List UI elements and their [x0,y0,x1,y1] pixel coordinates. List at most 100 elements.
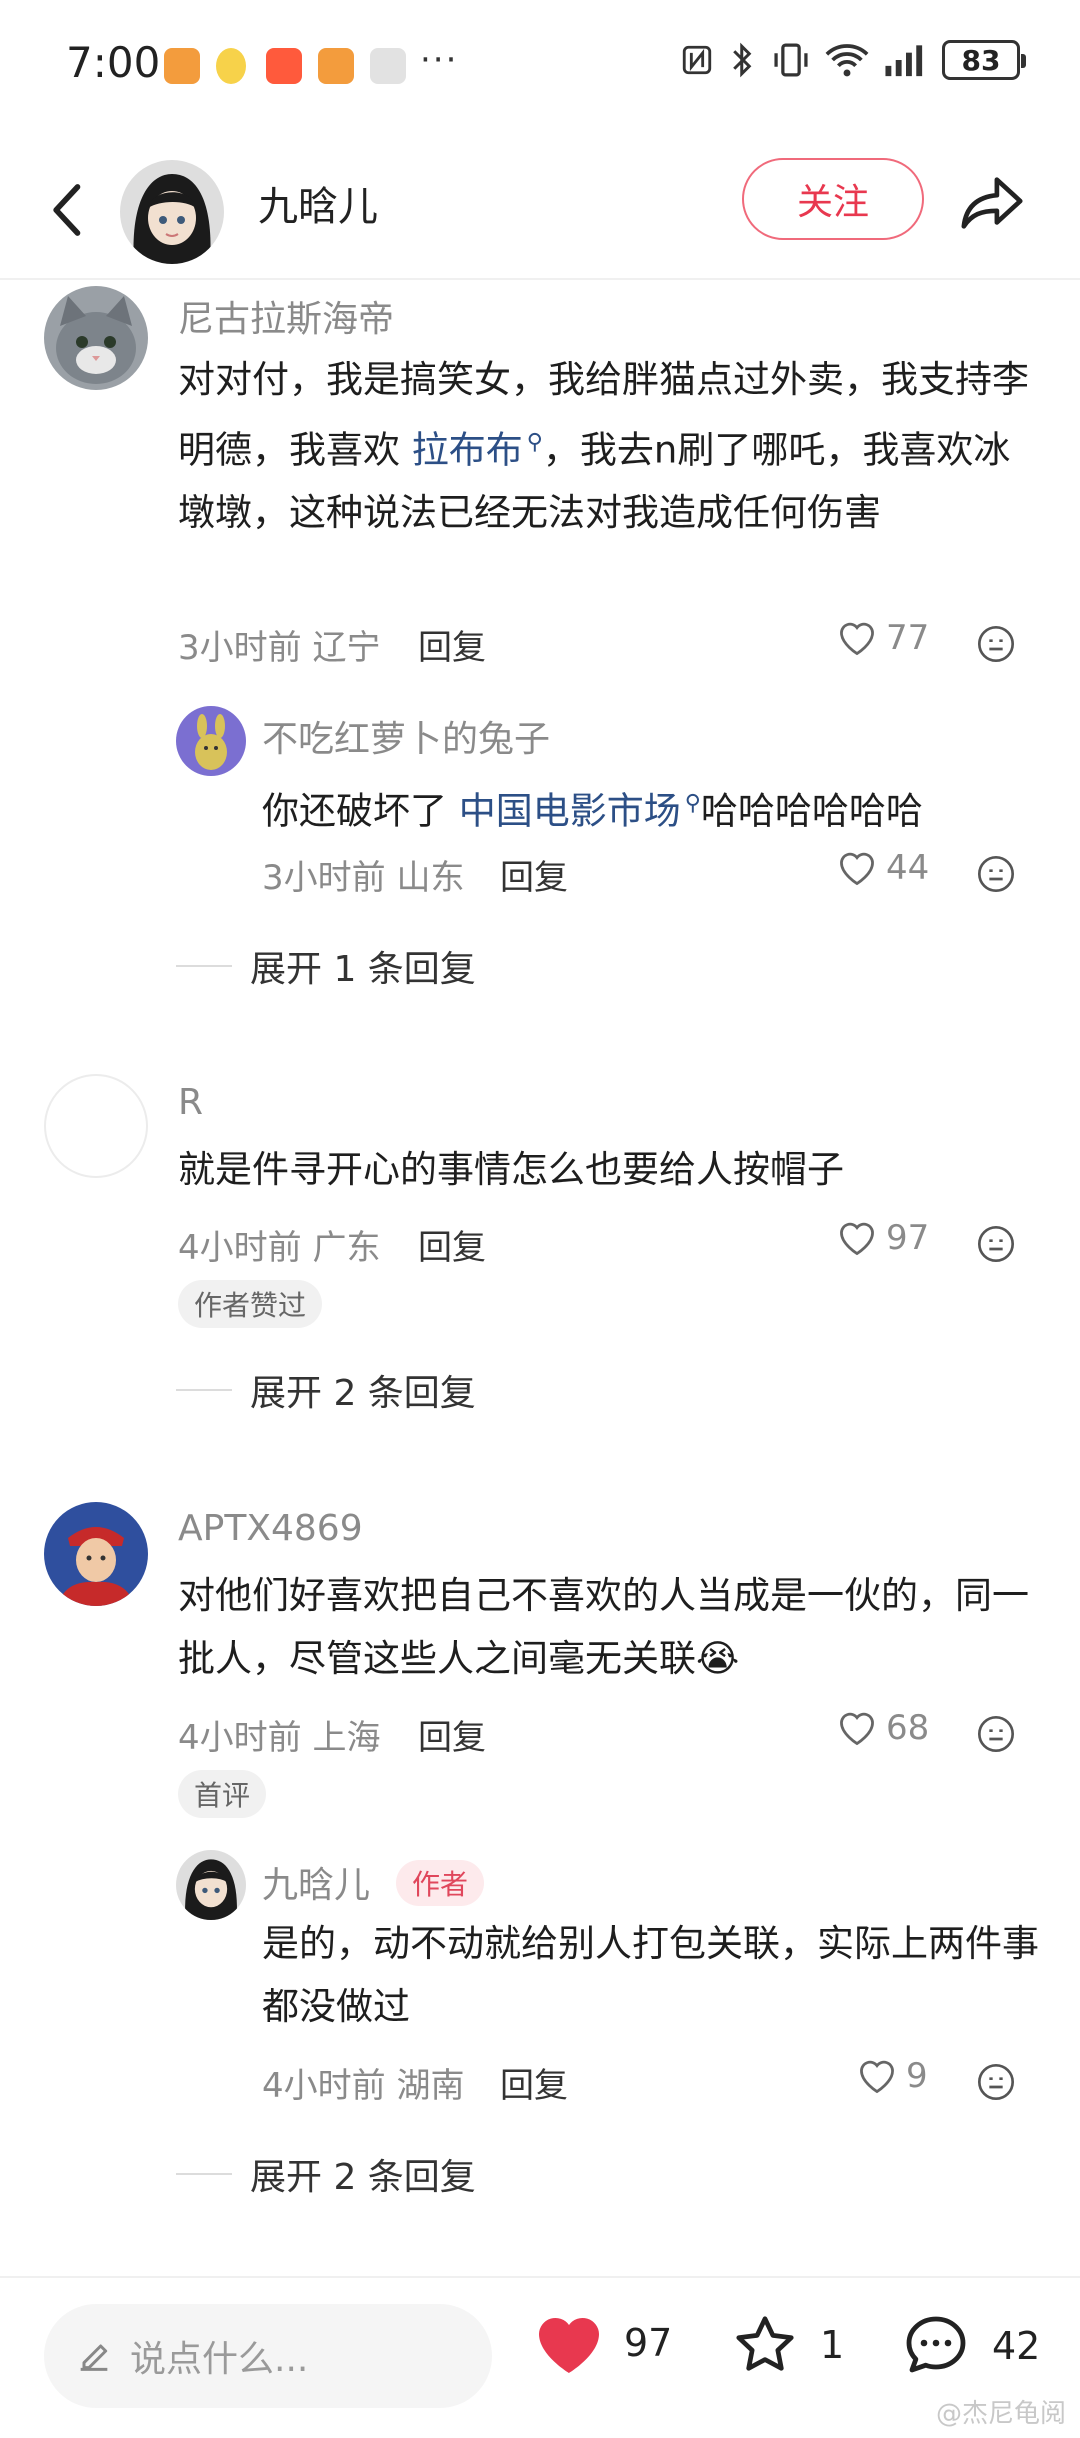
reply-text: 你还破坏了 中国电影市场 ⚲哈哈哈哈哈哈 [262,772,1052,842]
commenter-avatar[interactable] [44,1502,148,1606]
heart-icon [860,2060,894,2094]
share-icon [961,177,1023,229]
dislike-face-icon[interactable] [976,854,1016,894]
commenter-avatar[interactable] [44,286,148,390]
star-icon [736,2316,794,2371]
reply-button[interactable]: 回复 [418,1220,486,1269]
dislike-face-icon[interactable] [976,1224,1016,1264]
chevron-left-icon [53,184,81,236]
dislike-face-icon[interactable] [976,624,1016,664]
comment-text: 对他们好喜欢把自己不喜欢的人当成是一伙的，同一批人，尽管这些人之间毫无关联😭 [178,1564,1038,1690]
like-button[interactable]: 44 [836,848,929,888]
author-tag: 作者 [396,1860,485,1906]
dislike-face-icon[interactable] [976,2062,1016,2102]
crying-emoji-icon: 😭 [696,1637,740,1680]
vibrate-icon [774,43,808,77]
comment-time-location: 3小时前 山东 [262,858,465,898]
reply-button[interactable]: 回复 [418,620,486,669]
commenter-name[interactable]: 尼古拉斯海帝 [178,290,394,342]
status-time: 7:00 [66,38,161,87]
app-notification-icon [164,48,200,84]
expand-replies-button[interactable]: 展开 2 条回复 [176,2148,476,2200]
like-button[interactable]: 68 [836,1708,929,1748]
cat-avatar-icon [44,286,148,390]
like-button[interactable]: 77 [836,618,929,658]
watermark: @杰尼龟阅 [935,2399,1066,2429]
reply-text-part: 哈哈哈哈哈哈 [700,789,923,833]
comment-time-location: 3小时前 辽宁 [178,628,381,668]
divider-line [176,2173,232,2175]
comment-time-location: 4小时前 湖南 [262,2066,465,2106]
battery-indicator: 83 [942,40,1026,80]
collect-button[interactable]: 1 [728,2310,844,2380]
author-avatar[interactable] [176,1850,246,1920]
reply-button[interactable]: 回复 [500,850,568,899]
heart-icon [840,1712,874,1746]
comment-text: 对对付，我是搞笑女，我给胖猫点过外卖，我支持李明德，我喜欢 拉布布 ⚲，我去n刷了… [178,348,1038,544]
reply-text-part: 你还破坏了 [262,789,459,833]
comment-text-part: 对他们好喜欢把自己不喜欢的人当成是一伙的，同一批人，尽管这些人之间毫无关联 [178,1574,1029,1680]
wifi-icon [825,44,869,77]
taobao-notification-icon [266,48,302,84]
expand-replies-label: 展开 1 条回复 [250,949,476,990]
nfc-icon [682,45,712,75]
comment-time-location: 4小时前 上海 [178,1718,381,1758]
comment-time-location: 4小时前 广东 [178,1228,381,1268]
like-post-button[interactable]: 97 [532,2310,672,2376]
commenter-name[interactable]: APTX4869 [178,1508,363,1549]
expand-replies-label: 展开 2 条回复 [250,2157,476,2198]
comment-count: 42 [992,2324,1041,2368]
more-notifications-icon: ··· [420,40,459,80]
like-count: 9 [906,2056,928,2096]
commenter-name[interactable]: R [178,1082,203,1123]
system-icons: 83 [680,40,1026,80]
reply-button[interactable]: 回复 [418,1710,486,1759]
boy-avatar-icon [44,1502,148,1606]
author-name[interactable]: 九晗儿 [258,174,378,232]
divider-line [176,965,232,967]
commenter-name[interactable]: 九晗儿 [262,1856,370,1908]
comment-text: 就是件寻开心的事情怎么也要给人按帽子 [178,1148,844,1191]
author-liked-badge: 作者赞过 [178,1280,323,1328]
search-icon: ⚲ [526,430,543,455]
bluetooth-icon [733,42,752,78]
comment-input[interactable]: 说点什么... [44,2304,492,2408]
expand-replies-button[interactable]: 展开 2 条回复 [176,1364,476,1416]
search-icon: ⚲ [684,791,701,816]
heart-icon [840,852,874,886]
status-bar: 7:00 ··· 83 [0,0,1080,140]
rabbit-notification-icon [216,48,246,84]
comments-button[interactable]: 42 [898,2310,1040,2382]
like-count: 77 [886,618,930,658]
reply-text: 是的，动不动就给别人打包关联，实际上两件事都没做过 [262,1922,1039,2028]
commenter-name[interactable]: 不吃红萝卜的兔子 [262,710,550,762]
signal-icon [885,45,923,77]
expand-replies-button[interactable]: 展开 1 条回复 [176,940,476,992]
app-notification-icon-2 [318,48,354,84]
header: 九晗儿 关注 [0,140,1080,280]
author-avatar[interactable] [120,160,224,264]
rabbit-avatar-icon [176,706,246,776]
dislike-face-icon[interactable] [976,1714,1016,1754]
bottom-bar: 说点什么... 97 1 42 @杰尼龟阅 [0,2276,1080,2438]
post-like-count: 97 [624,2321,673,2365]
commenter-avatar[interactable] [176,706,246,776]
box-notification-icon [370,48,406,84]
share-button[interactable] [958,168,1028,238]
follow-button[interactable]: 关注 [742,158,924,240]
reply-button[interactable]: 回复 [500,2058,568,2107]
comment-input-placeholder: 说点什么... [130,2339,309,2380]
like-button[interactable]: 97 [836,1218,929,1258]
topic-link[interactable]: 拉布布 [412,428,523,471]
pencil-icon [80,2344,108,2371]
back-button[interactable] [36,170,96,250]
divider-line [176,1389,232,1391]
topic-link[interactable]: 中国电影市场 [459,789,681,832]
chat-bubble-icon [906,2316,966,2373]
girl-avatar-icon [176,1850,246,1920]
like-count: 68 [886,1708,930,1748]
commenter-avatar[interactable] [44,1074,148,1178]
first-comment-badge: 首评 [178,1770,267,1818]
like-count: 44 [886,848,930,888]
like-button[interactable]: 9 [856,2056,928,2096]
